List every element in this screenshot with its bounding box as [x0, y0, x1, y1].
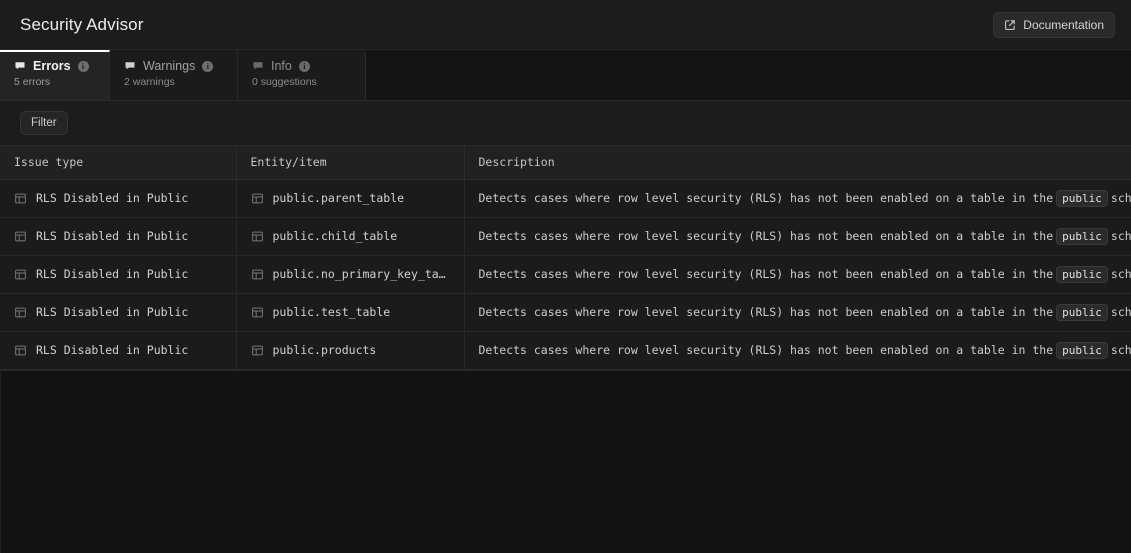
cell-description: Detects cases where row level security (… — [463, 217, 1131, 256]
description-text-after: schema. — [1110, 342, 1131, 357]
flag-icon — [124, 60, 136, 72]
filter-bar: Filter — [0, 101, 1131, 146]
tab-info-label: Info — [271, 59, 292, 73]
tab-errors[interactable]: Errors i 5 errors — [0, 50, 110, 100]
table-grid-icon — [251, 268, 264, 281]
flag-icon — [252, 60, 264, 72]
entity-text: public.child_table — [272, 229, 398, 243]
table-grid-icon — [251, 306, 264, 319]
issue-type-text: RLS Disabled in Public — [36, 305, 189, 319]
table-grid-icon — [14, 192, 27, 205]
cell-entity: public.no_primary_key_table — [235, 255, 464, 294]
table-row[interactable]: RLS Disabled in Public public.parent_tabl… — [0, 179, 1131, 218]
description-text-before: Detects cases where row level security (… — [478, 228, 1054, 243]
description-text-before: Detects cases where row level security (… — [478, 304, 1054, 319]
table-header-row: Issue type Entity/item Description — [0, 146, 1131, 180]
entity-text: public.no_primary_key_table — [272, 267, 450, 281]
cell-description: Detects cases where row level security (… — [463, 293, 1131, 332]
info-circle-icon[interactable]: i — [298, 60, 310, 72]
schema-code-chip: public — [1056, 227, 1108, 245]
tab-info-sublabel: 0 suggestions — [252, 76, 317, 88]
table-row[interactable]: RLS Disabled in Public public.no_primary_… — [0, 255, 1131, 294]
info-circle-icon[interactable]: i — [202, 60, 214, 72]
filter-button[interactable]: Filter — [20, 111, 68, 135]
info-circle-icon[interactable]: i — [77, 60, 89, 72]
table-grid-icon — [14, 306, 27, 319]
cell-description: Detects cases where row level security (… — [463, 255, 1131, 294]
table-grid-icon — [251, 344, 264, 357]
table-body: RLS Disabled in Public public.parent_tabl… — [0, 179, 1131, 370]
documentation-button-label: Documentation — [1023, 17, 1104, 32]
issue-type-text: RLS Disabled in Public — [36, 229, 189, 243]
description-text-after: schema. — [1110, 190, 1131, 205]
documentation-button[interactable]: Documentation — [993, 11, 1115, 38]
cell-issue-type: RLS Disabled in Public — [0, 331, 236, 370]
column-header-entity: Entity/item — [236, 146, 465, 180]
flag-icon — [14, 60, 26, 72]
entity-text: public.products — [272, 343, 377, 357]
cell-entity: public.products — [235, 331, 464, 370]
page-header: Security Advisor Documentation — [0, 0, 1131, 50]
description-text-after: schema. — [1110, 304, 1131, 319]
cell-issue-type: RLS Disabled in Public — [0, 293, 236, 332]
external-link-icon — [1004, 19, 1016, 31]
tab-errors-top: Errors i — [14, 59, 95, 73]
description-text-after: schema. — [1110, 228, 1131, 243]
table-head: Issue type Entity/item Description — [0, 146, 1131, 180]
empty-content-area — [0, 370, 1131, 553]
entity-text: public.parent_table — [272, 191, 405, 205]
advisor-tabs: Errors i 5 errors Warnings i 2 warnings — [0, 50, 1131, 101]
table-row[interactable]: RLS Disabled in Public public.products Det… — [0, 331, 1131, 370]
tab-warnings-sublabel: 2 warnings — [124, 76, 175, 88]
cell-entity: public.child_table — [235, 217, 464, 256]
cell-description: Detects cases where row level security (… — [463, 331, 1131, 370]
issue-type-text: RLS Disabled in Public — [36, 267, 189, 281]
cell-issue-type: RLS Disabled in Public — [0, 255, 236, 294]
page-title: Security Advisor — [20, 14, 144, 34]
table-grid-icon — [251, 230, 264, 243]
table-grid-icon — [14, 268, 27, 281]
cell-entity: public.test_table — [235, 293, 464, 332]
table-grid-icon — [14, 344, 27, 357]
cell-entity: public.parent_table — [235, 179, 464, 218]
advisor-table: Issue type Entity/item Description RLS D… — [0, 146, 1131, 370]
schema-code-chip: public — [1056, 341, 1108, 359]
schema-code-chip: public — [1056, 265, 1108, 283]
tab-info-top: Info i — [252, 59, 351, 73]
tab-warnings[interactable]: Warnings i 2 warnings — [110, 50, 238, 100]
schema-code-chip: public — [1056, 189, 1108, 207]
cell-description: Detects cases where row level security (… — [463, 179, 1131, 218]
advisor-table-container: Issue type Entity/item Description RLS D… — [0, 146, 1131, 371]
table-row[interactable]: RLS Disabled in Public public.test_table D… — [0, 293, 1131, 332]
security-advisor-page: Security Advisor Documentation Errors i … — [0, 0, 1131, 553]
cell-issue-type: RLS Disabled in Public — [0, 217, 236, 256]
tab-warnings-top: Warnings i — [124, 59, 223, 73]
table-row[interactable]: RLS Disabled in Public public.child_table… — [0, 217, 1131, 256]
tab-errors-label: Errors — [33, 59, 71, 73]
entity-text: public.test_table — [272, 305, 391, 319]
issue-type-text: RLS Disabled in Public — [36, 191, 189, 205]
tab-warnings-label: Warnings — [143, 59, 196, 73]
description-text-before: Detects cases where row level security (… — [478, 190, 1054, 205]
table-grid-icon — [251, 192, 264, 205]
description-text-after: schema. — [1110, 266, 1131, 281]
tab-info[interactable]: Info i 0 suggestions — [238, 50, 366, 100]
table-grid-icon — [14, 230, 27, 243]
description-text-before: Detects cases where row level security (… — [478, 342, 1054, 357]
tab-errors-sublabel: 5 errors — [14, 76, 51, 88]
description-text-before: Detects cases where row level security (… — [478, 266, 1054, 281]
column-header-issue-type: Issue type — [0, 146, 237, 180]
schema-code-chip: public — [1056, 303, 1108, 321]
column-header-description: Description — [464, 146, 1131, 180]
issue-type-text: RLS Disabled in Public — [36, 343, 189, 357]
cell-issue-type: RLS Disabled in Public — [0, 179, 236, 218]
